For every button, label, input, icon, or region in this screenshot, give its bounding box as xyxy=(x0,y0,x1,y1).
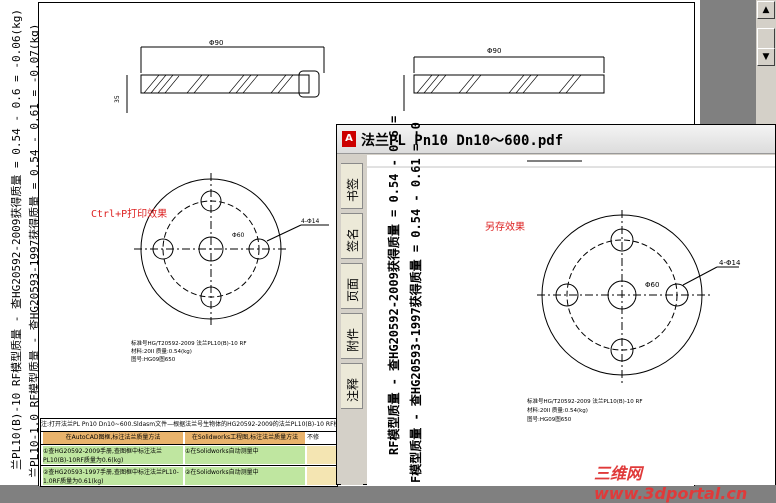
info-line-3: 图号:HG09图650 xyxy=(131,355,176,363)
info-line-2: 材料:20II 质量:0.54(kg) xyxy=(131,347,192,355)
flange-drawing-pdf: Φ60 4-Φ14 另存效果 标准号HG/T20592-2009 法兰PL10(… xyxy=(367,160,775,423)
dim-diameter-90: Φ90 xyxy=(209,39,223,47)
tab-attachments[interactable]: 附件 xyxy=(341,313,363,359)
pdf-info-line-1: 标准号HG/T20592-2009 法兰PL10(B)-10 RF xyxy=(527,397,643,405)
pdf-file-icon: A xyxy=(342,131,356,147)
tab-signatures-label: 签名 xyxy=(346,227,360,252)
col-solidworks: 在Solidworks工程图,标注法兰质量方法 xyxy=(185,432,305,444)
scroll-up-icon[interactable]: ▲ xyxy=(757,1,775,19)
info-line-1: 标准号HG/T20592-2009 法兰PL10(B)-10 RF xyxy=(131,339,247,347)
mass-method-table: 注:打开法兰PL Pn10 Dn10~600.Sldasm文件—根据法兰号生物体… xyxy=(40,418,338,487)
table-header-note: 注:打开法兰PL Pn10 Dn10~600.Sldasm文件—根据法兰号生物体… xyxy=(41,419,337,432)
bolt-circle-label: Φ60 xyxy=(232,232,245,239)
tab-comments[interactable]: 注释 xyxy=(341,363,363,409)
pdf-info-line-2: 材料:20II 质量:0.54(kg) xyxy=(527,406,588,414)
tab-comments-label: 注释 xyxy=(346,377,360,402)
hole-count-label: 4-Φ14 xyxy=(301,218,320,225)
col-autocad: 在AutoCAD图框,标注法兰质量方法 xyxy=(43,432,183,444)
row1-other xyxy=(307,446,337,464)
table-column-headers: 在AutoCAD图框,标注法兰质量方法 在Solidworks工程图,标注法兰质… xyxy=(41,432,337,445)
tab-bookmarks-label: 书签 xyxy=(346,177,360,202)
pdf-info-line-3: 图号:HG09图650 xyxy=(527,415,572,423)
dim-diameter-90-2: Φ90 xyxy=(487,47,501,55)
tab-bookmarks[interactable]: 书签 xyxy=(341,163,363,209)
table-row: ②查HG20593-1997手册,查图框中标注法兰PL10-1.0RF质量为0.… xyxy=(41,466,337,486)
ctrl-p-annotation: Ctrl+P打印效果 xyxy=(91,207,167,220)
row1-autocad: ①查HG20592-2009手册,查图框中标注法兰PL10(B)-10RF质量为… xyxy=(43,446,183,464)
row2-autocad: ②查HG20593-1997手册,查图框中标注法兰PL10-1.0RF质量为0.… xyxy=(43,467,183,485)
dim-thickness: 35 xyxy=(114,95,121,103)
flange-plan-view xyxy=(134,173,329,325)
pdf-viewer-window[interactable]: A 法兰PL Pn10 Dn10～600.pdf 书签 签名 页面 附件 注释 … xyxy=(336,116,776,485)
pdf-flange-plan-view xyxy=(537,210,739,383)
pdf-side-tabs: 书签 签名 页面 附件 注释 xyxy=(341,155,363,485)
pdf-hole-count-label: 4-Φ14 xyxy=(719,259,741,267)
mass-note-line-1: 兰PL10(B)-10 RF模型质量 - 查HG20592-2009获得质量 =… xyxy=(10,9,23,470)
tab-pages-label: 页面 xyxy=(346,277,360,302)
table-row: ①查HG20592-2009手册,查图框中标注法兰PL10(B)-10RF质量为… xyxy=(41,445,337,466)
site-watermark: 三维网www.3dportal.cn xyxy=(594,464,748,503)
pdf-bolt-circle-label: Φ60 xyxy=(645,281,659,289)
row2-other xyxy=(307,467,337,485)
tab-pages[interactable]: 页面 xyxy=(341,263,363,309)
row2-solidworks: ②在Solidworks自动测量中 xyxy=(185,467,305,485)
col-other: 不修 xyxy=(307,432,337,444)
save-as-annotation: 另存效果 xyxy=(485,220,525,233)
tab-signatures[interactable]: 签名 xyxy=(341,213,363,259)
tab-attachments-label: 附件 xyxy=(346,327,360,352)
pdf-page: RF模型质量 - 查HG20592-2009获得质量 = 0.54 - 0.6 … xyxy=(367,116,775,485)
pdf-titlebar[interactable]: A 法兰PL Pn10 Dn10～600.pdf xyxy=(337,125,775,154)
scroll-down-icon[interactable]: ▼ xyxy=(757,48,775,66)
row1-solidworks: ①在Solidworks自动测量中 xyxy=(185,446,305,464)
